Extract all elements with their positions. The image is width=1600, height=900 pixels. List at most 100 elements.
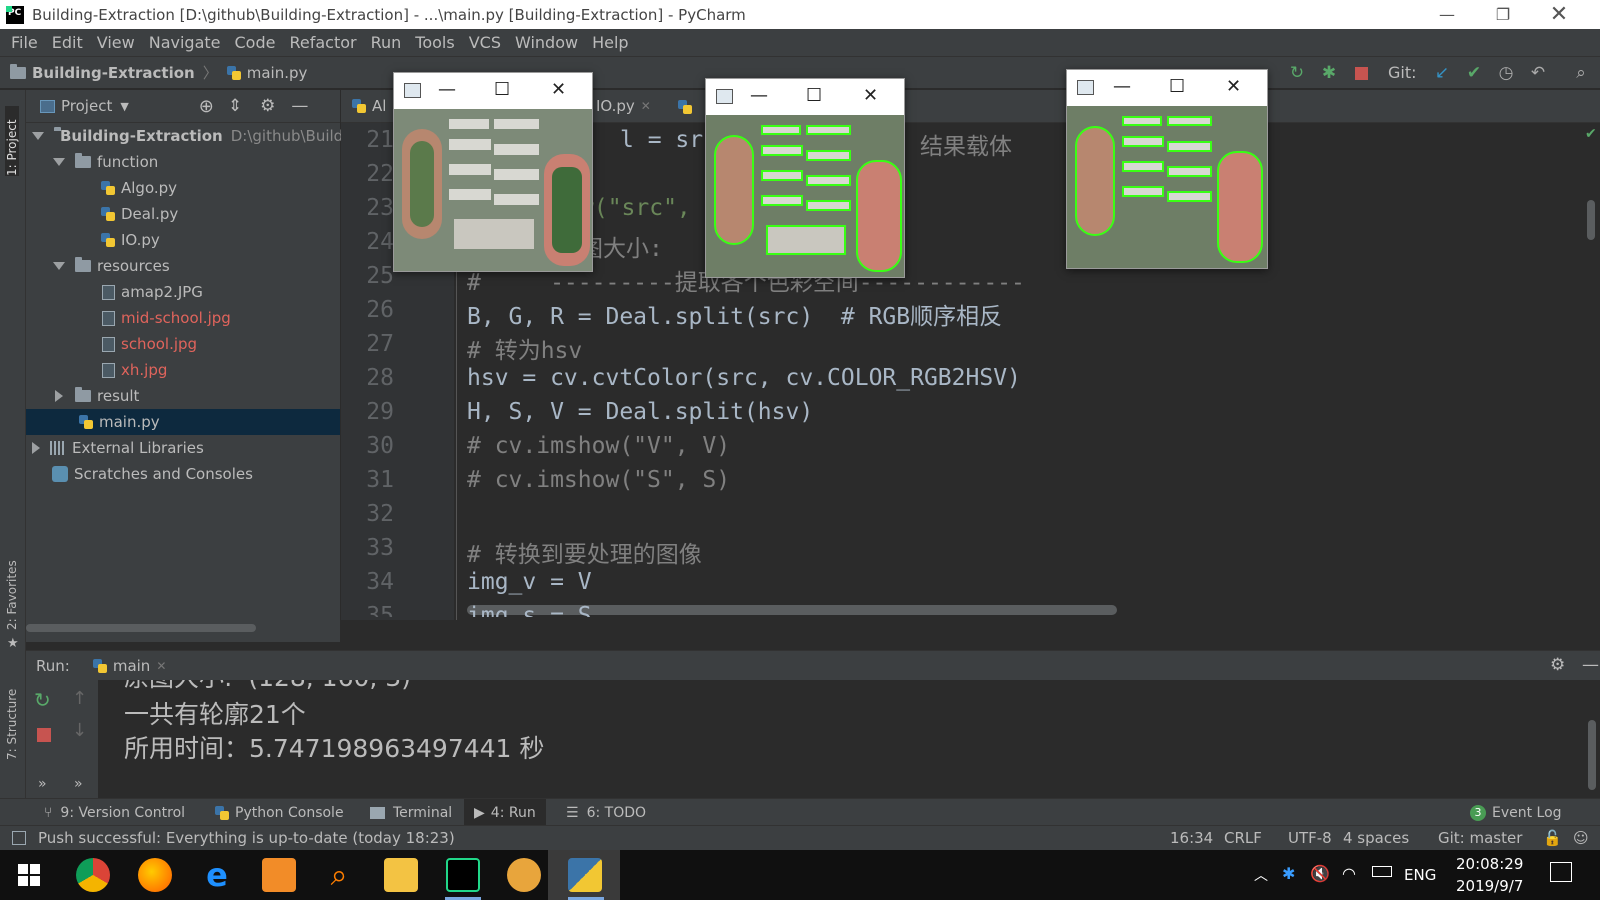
file-encoding[interactable]: UTF-8 [1288,829,1332,847]
tab-todo[interactable]: ☰ 6: TODO [566,799,646,826]
stop-icon[interactable] [1350,62,1372,84]
battery-icon[interactable] [1372,866,1392,877]
menu-file[interactable]: File [4,33,45,52]
input-language[interactable]: ENG [1404,866,1436,884]
search-app-icon[interactable]: ⌕ [322,858,356,893]
tree-item-deal-py[interactable]: Deal.py [26,201,340,227]
rerun-icon[interactable]: ↻ [1286,62,1308,84]
vertical-scrollbar[interactable] [1587,200,1595,240]
console-scrollbar[interactable] [1588,720,1596,790]
hide-panel-icon[interactable]: — [1582,655,1599,675]
tree-item-result[interactable]: result [26,383,340,409]
inspector-icon[interactable]: ☺ [1573,829,1589,847]
tree-item-amap2-jpg[interactable]: amap2.JPG [26,279,340,305]
volume-icon[interactable]: 🔇 [1310,864,1330,883]
lock-icon[interactable]: 🔓 [1543,829,1562,847]
python-taskbar-icon[interactable] [568,858,602,892]
menu-vcs[interactable]: VCS [462,33,508,52]
notification-icon[interactable] [1550,862,1572,882]
clock-time[interactable]: 20:08:29 [1456,855,1523,873]
run-tab-main[interactable]: main ✕ [92,657,166,675]
menu-edit[interactable]: Edit [45,33,90,52]
menu-window[interactable]: Window [508,33,585,52]
chrome-icon[interactable] [76,858,110,892]
tree-item-main-py[interactable]: main.py [26,409,340,435]
close-icon[interactable]: ✕ [551,79,566,100]
panel-toggle-icon[interactable] [12,831,26,845]
tab-version-control[interactable]: ⑂ 9: Version Control [44,799,185,826]
image-window-titlebar[interactable]: — ☐ ✕ [394,73,592,109]
collapse-arrow-icon[interactable] [32,442,40,454]
minimize-icon[interactable]: — [750,85,768,106]
tree-item-school-jpg[interactable]: school.jpg [26,331,340,357]
git-update-icon[interactable]: ↙ [1431,62,1453,84]
project-view-selector[interactable]: Project [61,97,112,115]
chevron-up-icon[interactable]: ︿ [1254,865,1268,885]
menu-refactor[interactable]: Refactor [282,33,363,52]
structure-tool-button[interactable]: 7: Structure [5,680,19,760]
start-icon[interactable] [18,864,40,886]
menu-code[interactable]: Code [228,33,283,52]
close-button[interactable]: ✕ [1536,0,1582,29]
expand-arrow-icon[interactable] [32,132,44,140]
more-icon[interactable]: » [38,776,47,792]
app-icon[interactable] [262,858,296,892]
menu-help[interactable]: Help [585,33,635,52]
tab-algo-py[interactable]: Al [351,97,386,115]
more-icon[interactable]: » [74,776,83,792]
git-rollback-icon[interactable]: ↶ [1527,62,1549,84]
tab-run[interactable]: ▶ 4: Run [464,799,546,826]
rerun-icon[interactable]: ↻ [34,688,51,712]
arrow-down-icon[interactable]: ↓ [72,720,87,741]
breadcrumb-file[interactable]: main.py [247,64,308,82]
git-commit-icon[interactable]: ✔ [1463,62,1485,84]
close-tab-icon[interactable]: ✕ [156,659,166,673]
firefox-icon[interactable] [138,858,172,892]
edge-icon[interactable]: e [200,858,234,892]
gear-icon[interactable]: ⚙ [260,96,275,116]
close-icon[interactable]: ✕ [863,85,878,106]
tree-item-resources[interactable]: resources [26,253,340,279]
minimize-icon[interactable]: — [1113,76,1131,97]
tree-item-root[interactable]: Building-Extraction D:\github\Build [26,123,343,149]
menu-view[interactable]: View [90,33,142,52]
gear-icon[interactable]: ⚙ [1550,655,1565,675]
tab-io-py[interactable]: IO.py ✕ [596,97,651,115]
tab-event-log[interactable]: 3 Event Log [1470,799,1562,826]
tree-item-mid-school-jpg[interactable]: mid-school.jpg [26,305,340,331]
line-separator[interactable]: CRLF [1224,829,1262,847]
cursor-position[interactable]: 16:34 [1170,829,1213,847]
project-tool-button[interactable]: 1: Project [5,106,19,176]
image-window-hsv[interactable]: — ☐ ✕ [705,78,905,278]
maximize-icon[interactable]: ☐ [806,85,822,106]
clock-date[interactable]: 2019/9/7 [1456,877,1523,895]
indent-setting[interactable]: 4 spaces [1343,829,1409,847]
bluetooth-icon[interactable]: ✱ [1282,864,1295,883]
arrow-up-icon[interactable]: ↑ [72,688,87,709]
menu-run[interactable]: Run [364,33,409,52]
maximize-icon[interactable]: ☐ [494,79,510,100]
git-history-icon[interactable]: ◷ [1495,62,1517,84]
git-branch[interactable]: Git: master [1438,829,1522,847]
image-window-src[interactable]: — ☐ ✕ [393,72,593,272]
expand-arrow-icon[interactable] [53,262,65,270]
collapse-arrow-icon[interactable] [55,390,63,402]
search-icon[interactable]: ⌕ [1570,62,1592,84]
breadcrumb-project[interactable]: Building-Extraction [32,64,195,82]
menu-navigate[interactable]: Navigate [142,33,228,52]
tab-terminal[interactable]: Terminal [370,799,452,826]
status-message[interactable]: Push successful: Everything is up-to-dat… [38,829,455,847]
hide-panel-icon[interactable]: — [291,96,308,116]
favorites-tool-button[interactable]: 2: Favorites [5,550,19,630]
maximize-icon[interactable]: ☐ [1169,76,1185,97]
close-icon[interactable]: ✕ [1226,76,1241,97]
wifi-icon[interactable]: ◠ [1342,864,1356,883]
file-explorer-icon[interactable] [384,858,418,892]
image-window-result[interactable]: — ☐ ✕ [1066,69,1268,269]
minimize-button[interactable]: — [1424,0,1470,29]
minimize-icon[interactable]: — [438,79,456,100]
image-window-titlebar[interactable]: — ☐ ✕ [706,79,904,115]
collapse-all-icon[interactable]: ⇕ [228,96,242,116]
close-tab-icon[interactable]: ✕ [641,99,651,113]
locate-icon[interactable]: ⊕ [199,96,214,117]
